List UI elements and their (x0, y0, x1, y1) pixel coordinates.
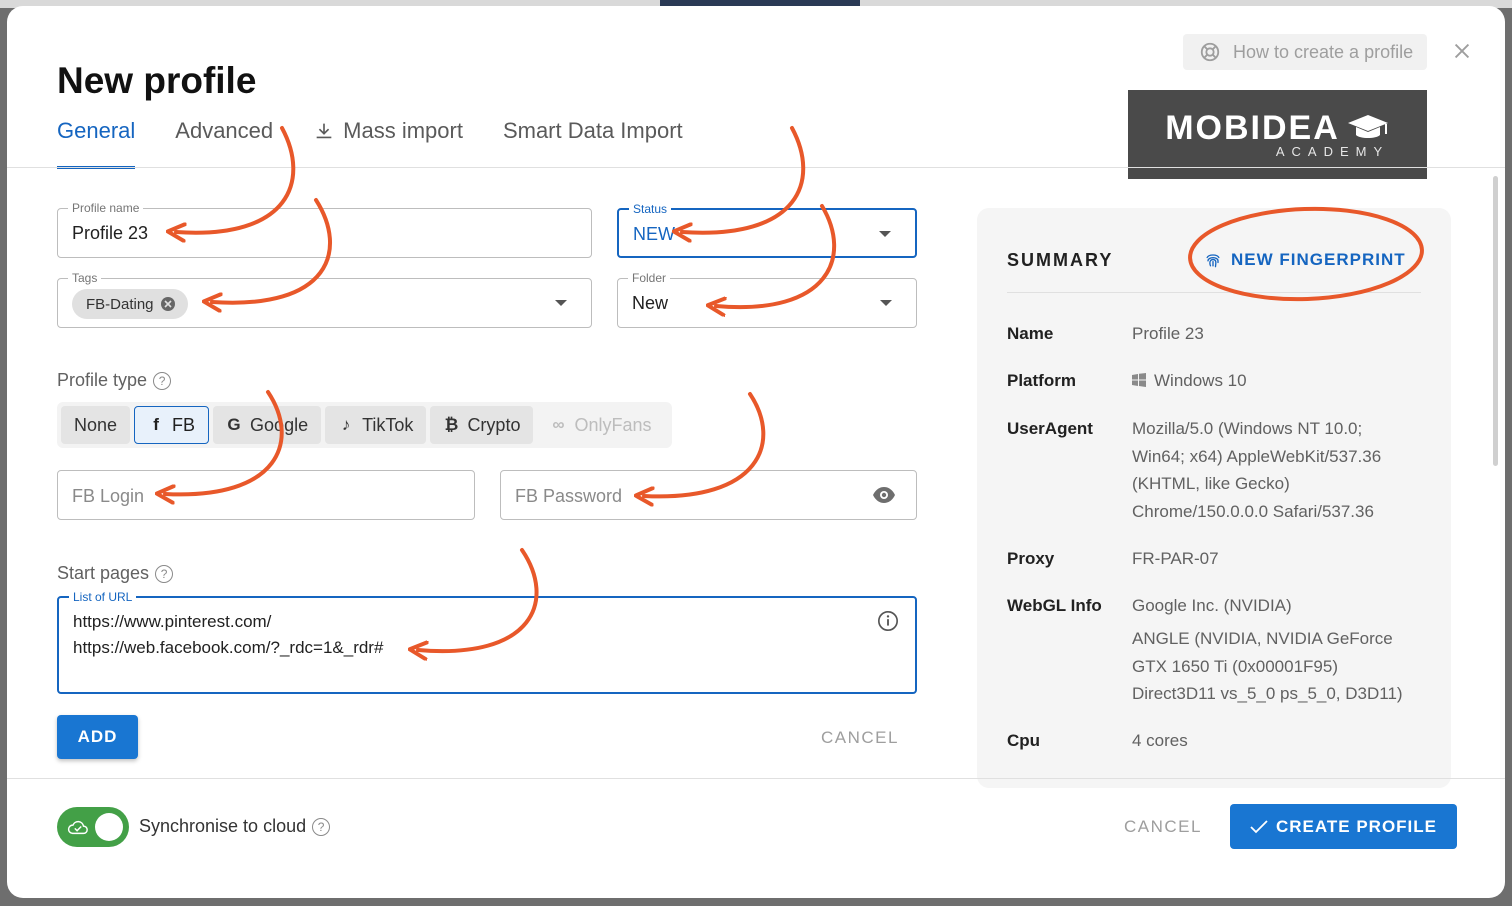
windows-icon (1132, 373, 1146, 387)
start-pages-heading: Start pages ? (57, 563, 174, 584)
dialog-title: New profile (57, 60, 257, 101)
tab-smart-data-import[interactable]: Smart Data Import (503, 118, 683, 168)
tag-chip-label: FB-Dating (86, 295, 154, 313)
summary-platform-value: Windows 10 (1132, 367, 1432, 395)
url-line: https://www.pinterest.com/ (73, 612, 272, 631)
url-line: https://web.facebook.com/?_rdc=1&_rdr# (73, 638, 384, 657)
help-icon[interactable]: ? (312, 817, 331, 836)
tags-select[interactable]: Tags FB-Dating (57, 271, 592, 328)
start-pages-textarea[interactable]: List of URL https://www.pinterest.com/ h… (57, 590, 917, 694)
fb-login-placeholder: FB Login (72, 486, 145, 506)
cloud-check-icon (67, 820, 88, 835)
fb-password-field[interactable]: FB Password (500, 470, 917, 520)
check-icon (1250, 819, 1268, 833)
start-pages-field-label: List of URL (69, 590, 137, 604)
footer-divider (7, 778, 1505, 779)
summary-useragent-label: UserAgent (1007, 419, 1093, 438)
eye-icon[interactable] (872, 485, 896, 505)
summary-webgl-renderer: ANGLE (NVIDIA, NVIDIA GeForce GTX 1650 T… (1132, 629, 1403, 703)
cancel-button[interactable]: CANCEL (1124, 817, 1202, 837)
folder-select[interactable]: Folder New (617, 271, 917, 328)
tab-mass-import[interactable]: Mass import (313, 118, 463, 168)
summary-panel: SUMMARY NEW FINGERPRINT Name Profile 23 … (977, 208, 1451, 788)
profile-name-field[interactable]: Profile name Profile 23 (57, 201, 592, 258)
create-profile-button[interactable]: CREATE PROFILE (1230, 804, 1457, 849)
logo-brand: MOBIDEA (1165, 108, 1340, 147)
profile-type-group: None f FB G Google ♪ TikTok ₿ Crypto ∞ OnlyFa… (57, 402, 673, 448)
summary-useragent-value: Mozilla/5.0 (Windows NT 10.0; Win64; x64… (1132, 419, 1382, 521)
info-icon[interactable] (877, 610, 899, 632)
summary-webgl-label: WebGL Info (1007, 596, 1102, 615)
onlyfans-icon: ∞ (552, 415, 565, 434)
status-label: Status (629, 202, 672, 216)
summary-webgl-vendor: Google Inc. (NVIDIA) (1132, 596, 1292, 615)
fingerprint-icon (1206, 254, 1220, 268)
profile-type-crypto[interactable]: ₿ Crypto (430, 406, 534, 444)
fb-login-field[interactable]: FB Login (57, 470, 475, 520)
status-value: NEW (633, 224, 675, 244)
summary-scrollbar[interactable] (1493, 176, 1498, 466)
download-icon (316, 123, 332, 139)
profile-name-label: Profile name (68, 201, 144, 215)
toggle-knob (95, 813, 123, 841)
google-icon: G (227, 415, 241, 434)
summary-proxy-label: Proxy (1007, 549, 1055, 568)
fb-password-placeholder: FB Password (515, 486, 623, 506)
tabs-divider (7, 167, 1505, 168)
profile-type-fb[interactable]: f FB (134, 406, 210, 444)
remove-tag-icon[interactable] (160, 296, 176, 312)
help-icon[interactable]: ? (153, 371, 172, 390)
folder-value: New (632, 293, 669, 313)
close-icon[interactable] (1451, 40, 1473, 62)
summary-name-label: Name (1007, 324, 1054, 343)
mobidea-academy-logo: MOBIDEA ACADEMY (1128, 90, 1427, 179)
profile-type-onlyfans[interactable]: ∞ OnlyFans (537, 406, 665, 444)
summary-cpu-value: 4 cores (1132, 731, 1188, 750)
tag-chip[interactable]: FB-Dating (72, 289, 188, 319)
cancel-start-pages-button[interactable]: CANCEL (821, 728, 899, 748)
new-fingerprint-button[interactable]: NEW FINGERPRINT (1203, 250, 1406, 270)
graduation-cap-icon (1347, 114, 1388, 138)
tab-advanced[interactable]: Advanced (175, 118, 273, 168)
help-icon[interactable]: ? (155, 564, 174, 583)
profile-type-google[interactable]: G Google (213, 406, 322, 444)
tags-label: Tags (68, 271, 102, 285)
summary-divider (1007, 292, 1421, 293)
bitcoin-icon: ₿ (444, 415, 459, 434)
tab-bar: General Advanced Mass import Smart Data … (57, 118, 723, 169)
chevron-down-icon (879, 231, 891, 237)
how-to-create-label: How to create a profile (1233, 41, 1414, 62)
summary-proxy-value: FR-PAR-07 (1132, 549, 1219, 568)
tab-general[interactable]: General (57, 118, 136, 169)
facebook-icon: f (153, 415, 159, 434)
folder-label: Folder (628, 271, 671, 285)
lifebuoy-icon (1200, 42, 1220, 62)
summary-name-value: Profile 23 (1132, 324, 1204, 343)
profile-type-tiktok[interactable]: ♪ TikTok (325, 406, 427, 444)
sync-toggle[interactable] (57, 807, 129, 847)
chevron-down-icon (880, 300, 892, 306)
chevron-down-icon (555, 300, 567, 306)
new-profile-dialog: New profile How to create a profile MOBI… (7, 6, 1505, 898)
logo-sub: ACADEMY (1275, 143, 1390, 159)
profile-type-heading: Profile type ? (57, 370, 172, 391)
add-button[interactable]: ADD (57, 715, 138, 759)
profile-name-value: Profile 23 (72, 223, 149, 243)
summary-cpu-label: Cpu (1007, 731, 1041, 750)
summary-title: SUMMARY (1007, 250, 1114, 270)
status-select[interactable]: Status NEW (617, 202, 917, 258)
profile-type-none[interactable]: None (61, 406, 131, 444)
how-to-create-button[interactable]: How to create a profile (1183, 34, 1427, 70)
tiktok-icon: ♪ (341, 415, 351, 434)
sync-label: Synchronise to cloud ? (139, 816, 331, 837)
summary-platform-label: Platform (1007, 371, 1076, 390)
